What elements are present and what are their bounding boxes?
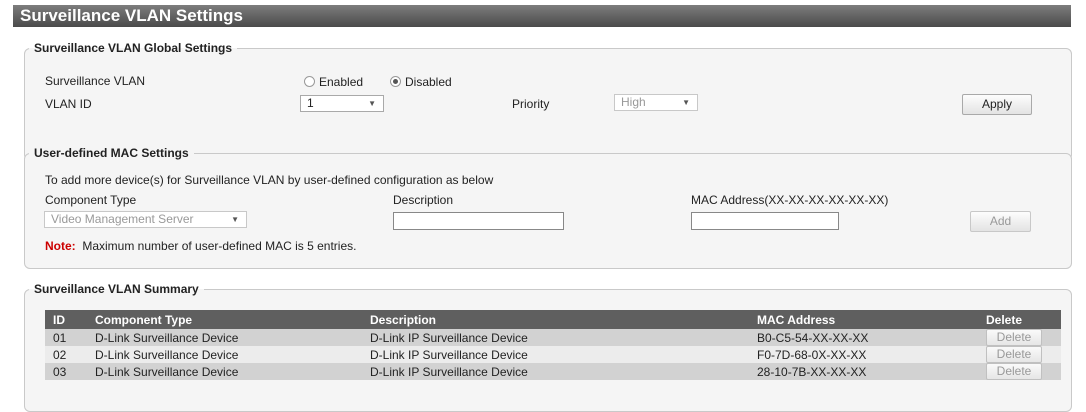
mac-settings-legend: User-defined MAC Settings bbox=[34, 146, 189, 160]
surveillance-vlan-label: Surveillance VLAN bbox=[45, 74, 146, 88]
enabled-label: Enabled bbox=[319, 75, 364, 89]
row-description: D-Link IP Surveillance Device bbox=[362, 363, 749, 380]
component-type-label: Component Type bbox=[45, 193, 137, 207]
add-button[interactable]: Add bbox=[970, 211, 1031, 232]
component-type-select[interactable]: Video Management Server ▼ bbox=[44, 211, 247, 228]
summary-table: ID Component Type Description MAC Addres… bbox=[45, 310, 1061, 380]
component-type-value: Video Management Server bbox=[51, 212, 194, 226]
description-input[interactable] bbox=[393, 212, 564, 230]
row-description: D-Link IP Surveillance Device bbox=[362, 329, 749, 346]
row-component: D-Link Surveillance Device bbox=[87, 346, 362, 363]
priority-label: Priority bbox=[512, 97, 550, 111]
priority-select[interactable]: High ▼ bbox=[614, 94, 698, 111]
column-header: Component Type bbox=[87, 310, 362, 329]
disabled-radio[interactable]: Disabled bbox=[390, 75, 452, 89]
radio-selected-icon[interactable] bbox=[390, 76, 401, 87]
chevron-down-icon: ▼ bbox=[231, 215, 239, 224]
vlan-id-value: 1 bbox=[307, 96, 314, 110]
note: Note: Maximum number of user-defined MAC… bbox=[45, 239, 356, 253]
row-description: D-Link IP Surveillance Device bbox=[362, 346, 749, 363]
vlan-id-select[interactable]: 1 ▼ bbox=[300, 95, 384, 112]
column-header: Delete bbox=[978, 310, 1061, 329]
chevron-down-icon: ▼ bbox=[368, 99, 376, 108]
chevron-down-icon: ▼ bbox=[682, 98, 690, 107]
row-id: 02 bbox=[45, 346, 87, 363]
row-delete-cell: Delete bbox=[978, 363, 1061, 380]
row-id: 03 bbox=[45, 363, 87, 380]
global-settings-legend: Surveillance VLAN Global Settings bbox=[34, 41, 233, 55]
summary-legend: Surveillance VLAN Summary bbox=[34, 282, 199, 296]
radio-icon[interactable] bbox=[304, 76, 315, 87]
row-component: D-Link Surveillance Device bbox=[87, 363, 362, 380]
delete-button[interactable]: Delete bbox=[986, 329, 1042, 346]
column-header: MAC Address bbox=[749, 310, 978, 329]
apply-button[interactable]: Apply bbox=[962, 94, 1032, 115]
vlan-id-label: VLAN ID bbox=[45, 97, 92, 111]
delete-button[interactable]: Delete bbox=[986, 363, 1042, 380]
delete-button[interactable]: Delete bbox=[986, 346, 1042, 363]
table-row: 03 D-Link Surveillance Device D-Link IP … bbox=[45, 363, 1061, 380]
table-row: 01 D-Link Surveillance Device D-Link IP … bbox=[45, 329, 1061, 346]
table-header-row: ID Component Type Description MAC Addres… bbox=[45, 310, 1061, 329]
row-mac: F0-7D-68-0X-XX-XX bbox=[749, 346, 978, 363]
note-text: Maximum number of user-defined MAC is 5 … bbox=[82, 239, 357, 253]
row-delete-cell: Delete bbox=[978, 329, 1061, 346]
priority-value: High bbox=[621, 95, 646, 109]
mac-address-label: MAC Address(XX-XX-XX-XX-XX-XX) bbox=[691, 193, 889, 207]
table-row: 02 D-Link Surveillance Device D-Link IP … bbox=[45, 346, 1061, 363]
column-header: Description bbox=[362, 310, 749, 329]
enabled-radio[interactable]: Enabled bbox=[304, 75, 363, 89]
mac-intro-text: To add more device(s) for Surveillance V… bbox=[45, 173, 494, 187]
page-title: Surveillance VLAN Settings bbox=[13, 5, 1071, 27]
note-label: Note: bbox=[45, 239, 76, 253]
row-mac: 28-10-7B-XX-XX-XX bbox=[749, 363, 978, 380]
row-id: 01 bbox=[45, 329, 87, 346]
description-label: Description bbox=[393, 193, 454, 207]
column-header: ID bbox=[45, 310, 87, 329]
disabled-label: Disabled bbox=[405, 75, 452, 89]
mac-address-input[interactable] bbox=[691, 212, 839, 230]
row-mac: B0-C5-54-XX-XX-XX bbox=[749, 329, 978, 346]
row-component: D-Link Surveillance Device bbox=[87, 329, 362, 346]
row-delete-cell: Delete bbox=[978, 346, 1061, 363]
